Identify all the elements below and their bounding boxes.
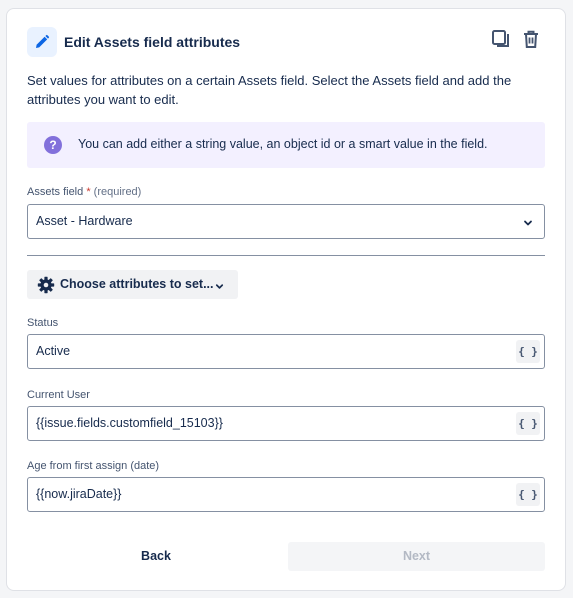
smart-value-button[interactable]: { } bbox=[516, 412, 540, 435]
back-button[interactable]: Back bbox=[27, 542, 285, 571]
next-button[interactable]: Next bbox=[288, 542, 545, 571]
current-user-label: Current User bbox=[27, 389, 90, 401]
status-label: Status bbox=[27, 317, 59, 329]
panel-title: Edit Assets field attributes bbox=[64, 34, 241, 50]
age-from-first-assign-label: Age from first assign (date) bbox=[27, 460, 160, 472]
smart-value-button[interactable]: { } bbox=[516, 340, 540, 363]
panel-description: Set values for attributes on a certain A… bbox=[27, 73, 512, 107]
gear-icon bbox=[37, 276, 55, 294]
status-input[interactable]: Active { } bbox=[27, 334, 545, 369]
age-from-first-assign-value: {{now.jiraDate}} bbox=[36, 487, 122, 501]
assets-field-select[interactable]: Asset - Hardware bbox=[27, 204, 545, 239]
current-user-input[interactable]: {{issue.fields.customfield_15103}} { } bbox=[27, 406, 545, 441]
assets-field-value: Asset - Hardware bbox=[36, 214, 133, 228]
assets-field-label: Assets field * (required) bbox=[27, 186, 141, 198]
edit-assets-panel: Edit Assets field attributes Set values … bbox=[6, 8, 566, 591]
chevron-down-icon bbox=[214, 279, 225, 290]
panel-header: Edit Assets field attributes bbox=[27, 27, 545, 61]
duplicate-icon bbox=[491, 29, 511, 54]
assets-field-label-text: Assets field bbox=[27, 186, 84, 198]
age-from-first-assign-input[interactable]: {{now.jiraDate}} { } bbox=[27, 477, 545, 512]
delete-button[interactable] bbox=[518, 27, 544, 55]
choose-attributes-label: Choose attributes to set... bbox=[60, 277, 214, 291]
choose-attributes-button[interactable]: Choose attributes to set... bbox=[27, 270, 238, 299]
smart-value-button[interactable]: { } bbox=[516, 483, 540, 506]
info-banner: ? You can add either a string value, an … bbox=[27, 122, 545, 168]
info-banner-text: You can add either a string value, an ob… bbox=[78, 137, 488, 151]
current-user-value: {{issue.fields.customfield_15103}} bbox=[36, 416, 223, 430]
chevron-down-icon bbox=[522, 216, 534, 228]
pencil-icon bbox=[27, 27, 57, 57]
question-circle-icon: ? bbox=[44, 136, 62, 154]
required-text: (required) bbox=[93, 186, 142, 198]
required-marker: * bbox=[86, 186, 91, 198]
section-divider bbox=[27, 255, 545, 256]
status-value: Active bbox=[36, 344, 71, 358]
trash-icon bbox=[521, 29, 541, 54]
duplicate-button[interactable] bbox=[488, 27, 514, 55]
